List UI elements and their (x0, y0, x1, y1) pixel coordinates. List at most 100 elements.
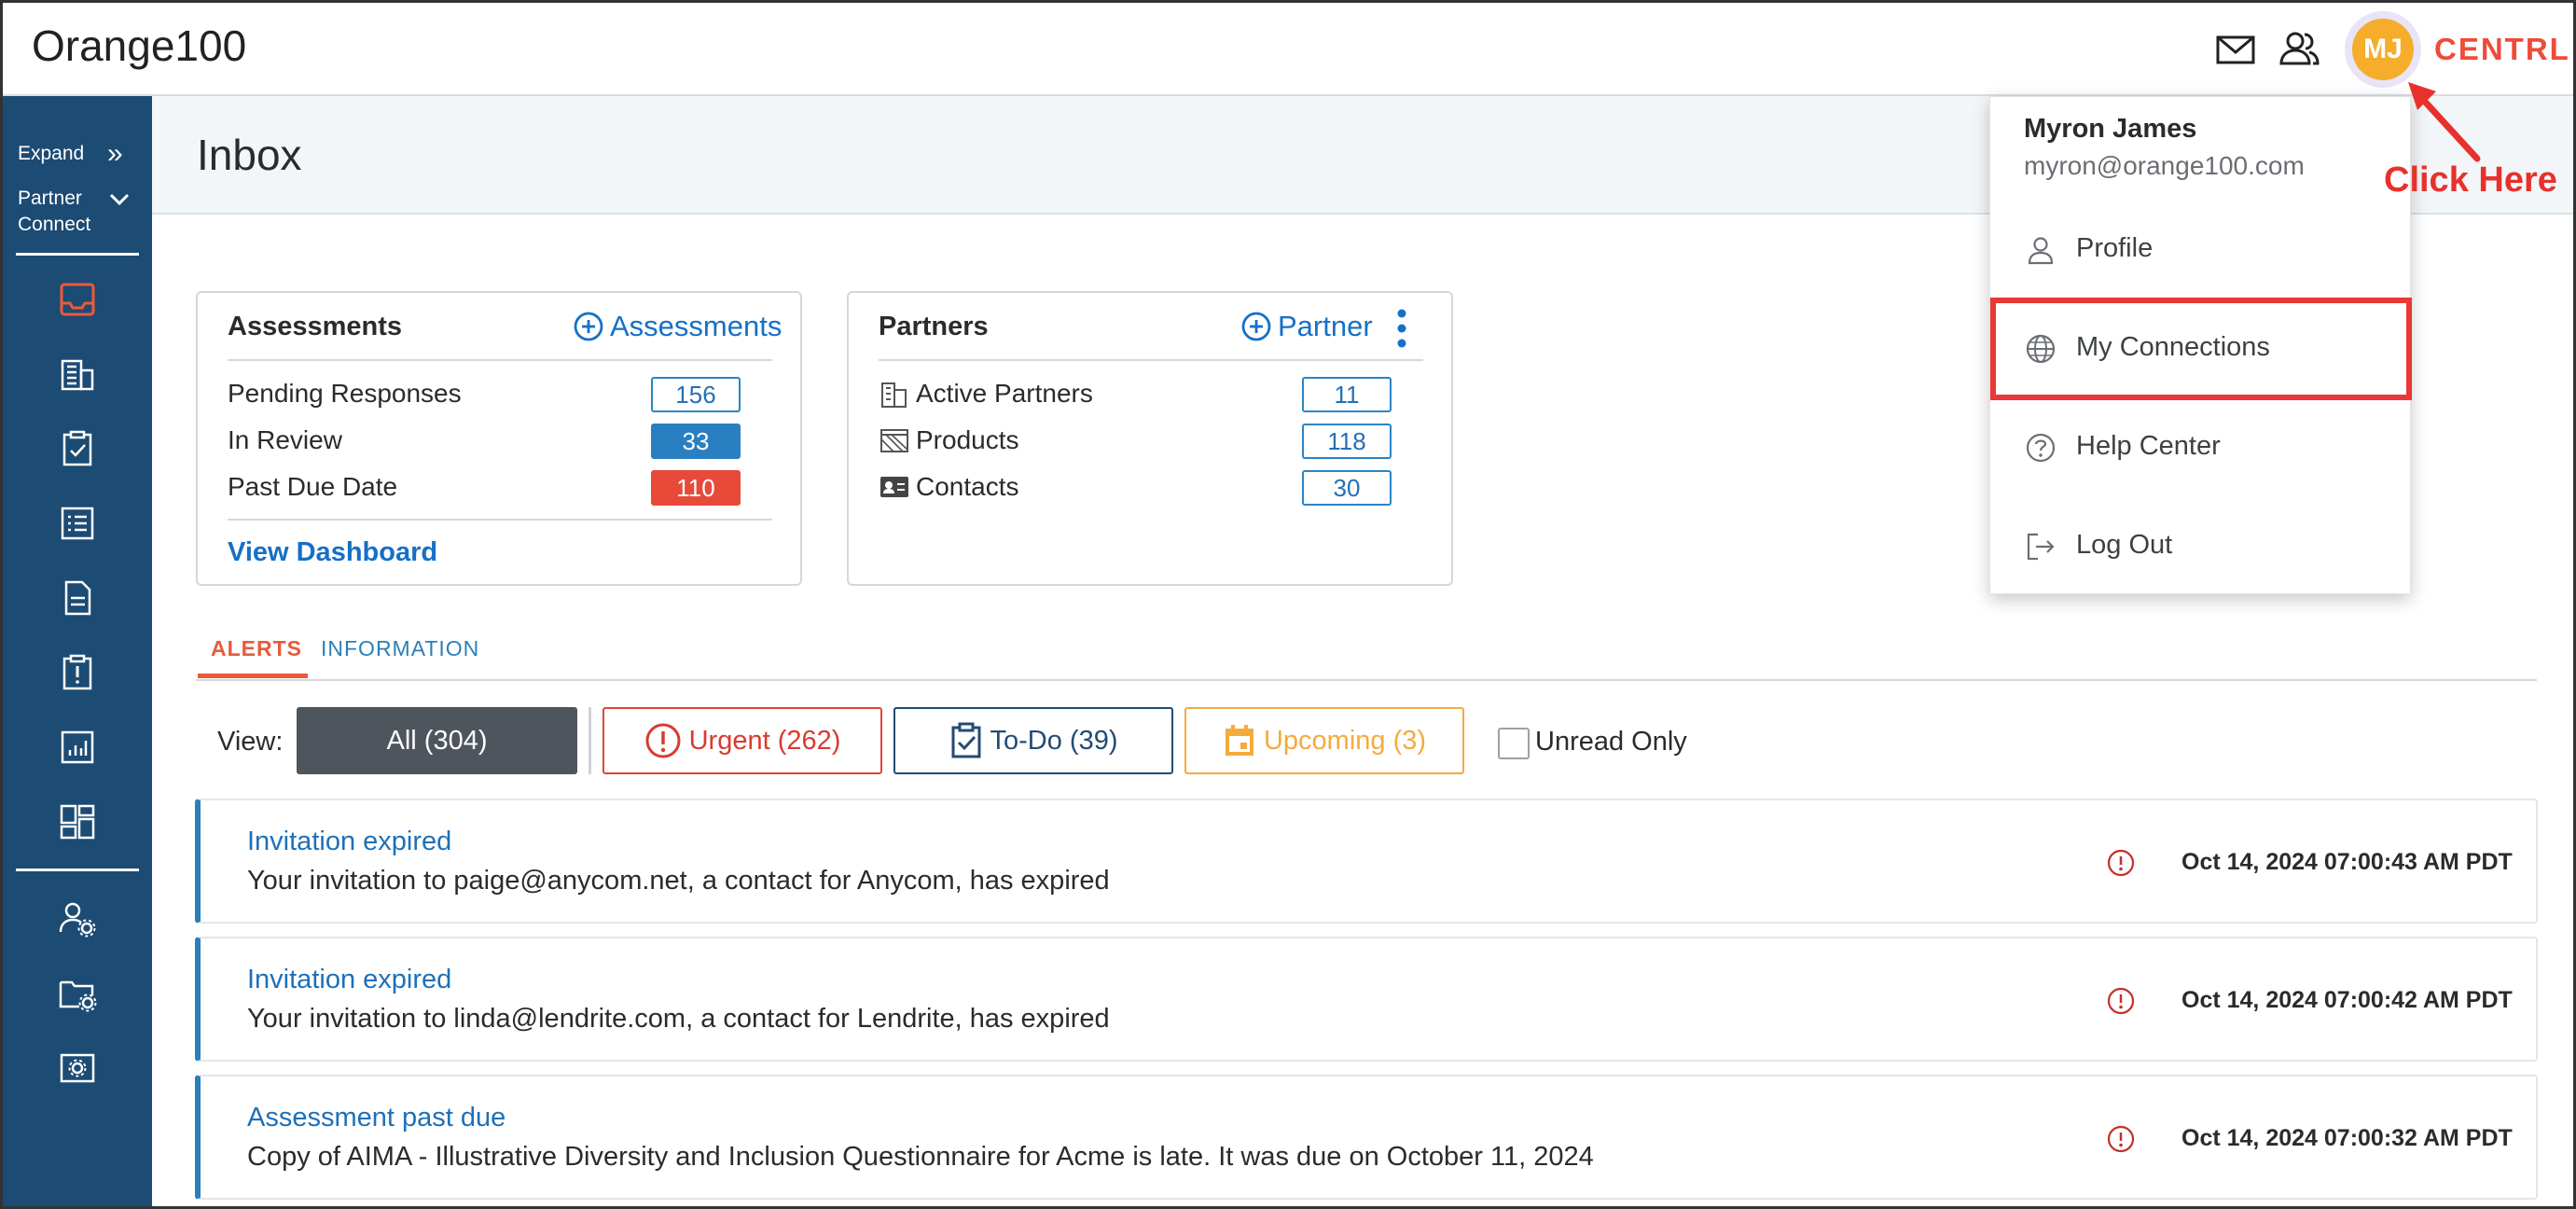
annotation-arrow-icon (2408, 82, 2481, 162)
alert-circle-icon (645, 723, 681, 758)
info-alert-icon (2107, 987, 2135, 1015)
help-icon (2026, 433, 2056, 463)
active-partners-label: Active Partners (916, 379, 1093, 408)
sidebar: Expand » Partner Connect (3, 96, 152, 1206)
inbox-icon[interactable] (57, 279, 98, 320)
sidebar-module-selector[interactable]: Partner Connect (18, 186, 90, 238)
alert-item[interactable]: Invitation expired Your invitation to pa… (195, 799, 2538, 924)
partners-card-title: Partners (879, 312, 989, 341)
document-icon[interactable] (57, 577, 98, 618)
alert-title[interactable]: Invitation expired (247, 827, 451, 857)
kebab-menu-icon[interactable] (1395, 308, 1408, 349)
alert-item[interactable]: Invitation expired Your invitation to li… (195, 937, 2538, 1062)
folder-settings-icon[interactable] (57, 973, 98, 1014)
filter-urgent-button[interactable]: Urgent (262) (602, 707, 882, 774)
alert-body: Copy of AIMA - Illustrative Diversity an… (247, 1142, 1594, 1172)
contacts-label: Contacts (916, 472, 1019, 501)
highlight-box (1990, 298, 2412, 400)
active-partners-count[interactable]: 11 (1302, 377, 1392, 412)
tab-information[interactable]: INFORMATION (321, 636, 479, 661)
info-alert-icon (2107, 849, 2135, 877)
alert-timestamp: Oct 14, 2024 07:00:43 AM PDT (2181, 849, 2513, 875)
alert-title[interactable]: Invitation expired (247, 965, 451, 995)
products-label: Products (916, 425, 1019, 454)
app-logo[interactable]: Orange100 (32, 21, 246, 71)
clipboard-check-icon[interactable] (57, 428, 98, 469)
menu-item-label: Log Out (2076, 530, 2173, 560)
filter-all-button[interactable]: All (304) (297, 707, 577, 774)
mail-icon[interactable] (2214, 28, 2257, 71)
card-divider (228, 519, 772, 521)
users-icon[interactable] (2278, 28, 2320, 71)
filter-divider (589, 707, 591, 774)
products-icon (880, 429, 908, 452)
view-dashboard-link[interactable]: View Dashboard (228, 537, 437, 568)
sidebar-divider (16, 253, 139, 256)
tab-alerts[interactable]: ALERTS (211, 636, 302, 661)
avatar-initials: MJ (2352, 19, 2414, 80)
add-partner-link[interactable]: Partner (1240, 310, 1373, 343)
in-review-count[interactable]: 33 (651, 424, 741, 459)
tabs-divider (196, 679, 2537, 681)
sidebar-divider (16, 869, 139, 871)
filter-upcoming-label: Upcoming (3) (1263, 725, 1427, 756)
module-label-line1: Partner (18, 188, 82, 209)
in-review-label: In Review (228, 425, 342, 454)
alert-title[interactable]: Assessment past due (247, 1103, 506, 1133)
double-chevron-right-icon[interactable]: » (107, 138, 123, 170)
alert-body: Your invitation to paige@anycom.net, a c… (247, 866, 1110, 896)
add-partner-label: Partner (1278, 310, 1373, 342)
plus-circle-icon (1241, 312, 1271, 341)
chevron-down-icon[interactable] (109, 193, 130, 206)
view-label: View: (217, 727, 284, 757)
past-due-count[interactable]: 110 (651, 470, 741, 506)
gear-box-icon[interactable] (57, 1048, 98, 1089)
alert-clipboard-icon[interactable] (57, 652, 98, 693)
checklist-icon[interactable] (57, 503, 98, 544)
products-count[interactable]: 118 (1302, 424, 1392, 459)
unread-only-checkbox[interactable] (1498, 728, 1530, 759)
alert-item[interactable]: Assessment past due Copy of AIMA - Illus… (195, 1075, 2538, 1200)
partners-card: Partners Partner Active Partners 11 Prod… (847, 291, 1453, 586)
clipboard-check-icon (951, 722, 980, 758)
filter-urgent-label: Urgent (262) (688, 725, 841, 756)
calendar-icon (1225, 725, 1253, 756)
card-divider (228, 359, 772, 361)
pending-responses-count[interactable]: 156 (651, 377, 741, 412)
module-label-line2: Connect (18, 214, 91, 235)
menu-item-log-out[interactable]: Log Out (1990, 498, 2412, 595)
filter-todo-button[interactable]: To-Do (39) (893, 707, 1173, 774)
card-divider (879, 359, 1423, 361)
alert-body: Your invitation to linda@lendrite.com, a… (247, 1004, 1110, 1034)
page-title: Inbox (197, 131, 302, 179)
active-tab-indicator (198, 674, 308, 678)
click-here-annotation: Click Here (2384, 160, 2557, 200)
contact-card-icon (880, 477, 908, 497)
bar-chart-icon[interactable] (57, 727, 98, 768)
alert-timestamp: Oct 14, 2024 07:00:32 AM PDT (2181, 1125, 2513, 1151)
unread-only-label[interactable]: Unread Only (1535, 727, 1687, 757)
building-icon[interactable] (57, 354, 98, 395)
user-name: Myron James (2024, 114, 2197, 144)
assessments-card: Assessments Assessments Pending Response… (196, 291, 802, 586)
sidebar-expand-label[interactable]: Expand (18, 143, 84, 165)
filter-all-label: All (304) (386, 725, 488, 756)
menu-item-label: Help Center (2076, 431, 2221, 461)
menu-item-label: Profile (2076, 233, 2154, 263)
info-alert-icon (2107, 1125, 2135, 1153)
menu-item-help-center[interactable]: Help Center (1990, 399, 2412, 496)
person-icon (2028, 237, 2054, 265)
past-due-label: Past Due Date (228, 472, 398, 501)
dashboard-icon[interactable] (57, 801, 98, 842)
filter-upcoming-button[interactable]: Upcoming (3) (1184, 707, 1464, 774)
top-bar: Orange100 MJ CENTRL (0, 0, 2576, 96)
user-settings-icon[interactable] (57, 898, 98, 939)
building-icon (881, 382, 907, 408)
brand-logo: CENTRL (2434, 32, 2570, 66)
logout-icon (2027, 533, 2055, 561)
menu-item-profile[interactable]: Profile (1990, 202, 2412, 299)
add-assessment-link[interactable]: Assessments (573, 310, 782, 343)
assessments-card-title: Assessments (228, 312, 402, 341)
contacts-count[interactable]: 30 (1302, 470, 1392, 506)
user-avatar-button[interactable]: MJ (2345, 11, 2421, 88)
